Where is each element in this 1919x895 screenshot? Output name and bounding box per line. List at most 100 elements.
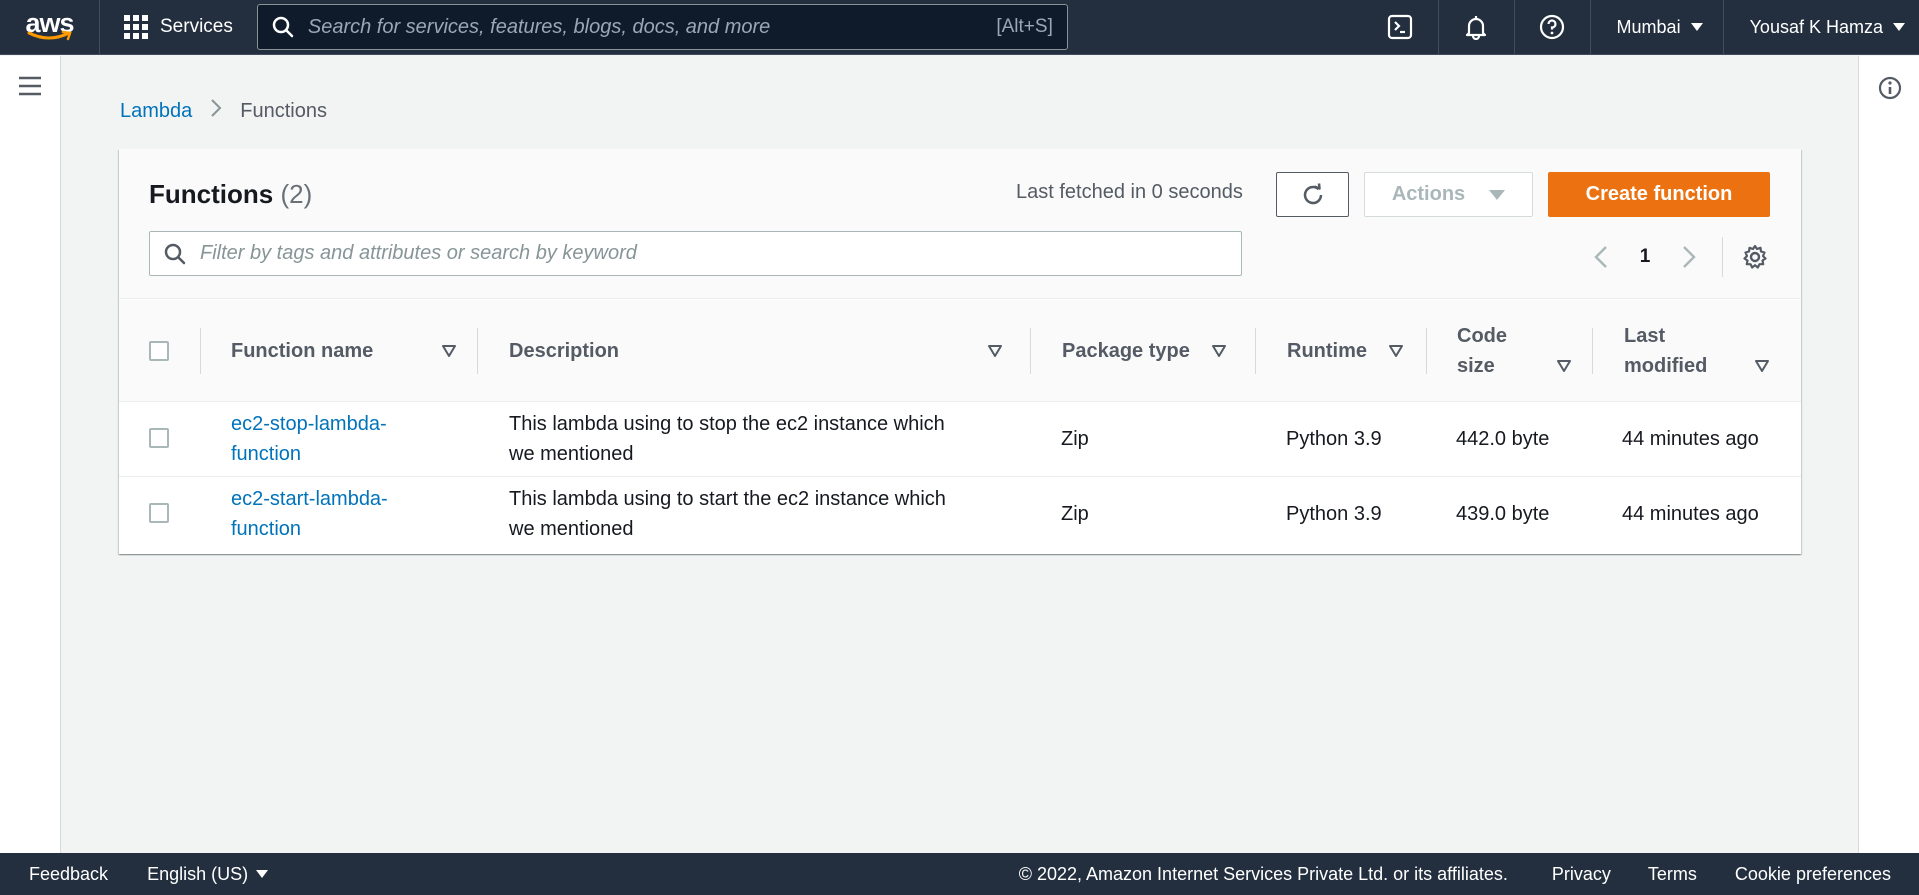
filter-search[interactable] <box>149 231 1242 276</box>
sort-icon <box>1557 360 1571 372</box>
table-preferences-button[interactable] <box>1737 239 1773 275</box>
create-function-button[interactable]: Create function <box>1548 172 1770 217</box>
hamburger-icon <box>19 76 41 96</box>
table-header: Function name Description Package type R… <box>119 300 1801 402</box>
last-modified-cell: 44 minutes ago <box>1622 428 1759 450</box>
language-label: English (US) <box>147 863 249 884</box>
cloudshell-button[interactable] <box>1363 0 1439 55</box>
description-line: This lambda using to start the ec2 insta… <box>509 488 946 510</box>
cookie-preferences-link[interactable]: Cookie preferences <box>1735 864 1891 885</box>
column-header-code-size[interactable]: Code size <box>1457 300 1587 402</box>
chevron-down-icon <box>1690 23 1703 31</box>
table-row[interactable]: ec2-stop-lambda- function This lambda us… <box>119 402 1801 477</box>
current-page[interactable]: 1 <box>1620 246 1670 268</box>
column-divider <box>1426 328 1427 374</box>
column-label: Description <box>509 340 620 362</box>
aws-smile-icon <box>27 30 72 41</box>
column-header-function-name[interactable]: Function name <box>231 300 456 402</box>
function-name-line: function <box>231 518 302 540</box>
panel-header: Functions (2) Last fetched in 0 seconds … <box>119 149 1801 299</box>
notifications-button[interactable] <box>1439 0 1515 55</box>
help-icon <box>1539 14 1565 40</box>
language-selector[interactable]: English (US) <box>147 863 269 885</box>
function-name-link[interactable]: ec2-stop-lambda- function <box>231 409 387 469</box>
privacy-link[interactable]: Privacy <box>1552 864 1611 885</box>
function-name-link[interactable]: ec2-start-lambda- function <box>231 484 388 544</box>
column-header-runtime[interactable]: Runtime <box>1287 300 1427 402</box>
global-search[interactable]: [Alt+S] <box>256 4 1068 50</box>
chevron-down-icon <box>1893 23 1905 31</box>
refresh-button[interactable] <box>1276 172 1349 217</box>
breadcrumb-functions: Functions <box>240 99 327 122</box>
services-menu[interactable]: Services <box>100 0 251 55</box>
last-fetched-status: Last fetched in 0 seconds <box>1016 181 1243 203</box>
aws-logo[interactable]: aws <box>0 0 100 55</box>
grid-icon <box>124 15 148 39</box>
breadcrumb: Lambda Functions <box>120 98 327 124</box>
row-checkbox[interactable] <box>149 503 169 523</box>
feedback-link[interactable]: Feedback <box>29 864 108 885</box>
column-label-line: size <box>1457 355 1495 377</box>
description-line: we mentioned <box>509 443 634 465</box>
account-name: Yousaf K Hamza <box>1749 16 1883 37</box>
terms-link[interactable]: Terms <box>1648 864 1697 885</box>
info-panel-toggle[interactable] <box>1878 76 1902 105</box>
column-header-last-modified[interactable]: Last modified <box>1624 300 1774 402</box>
panel-title-text: Functions <box>149 179 274 209</box>
description-line: we mentioned <box>509 518 634 540</box>
account-menu[interactable]: Yousaf K Hamza <box>1724 0 1919 55</box>
help-button[interactable] <box>1515 0 1591 55</box>
functions-table-panel: Functions (2) Last fetched in 0 seconds … <box>119 149 1801 554</box>
column-divider <box>200 328 201 374</box>
table-row[interactable]: ec2-start-lambda- function This lambda u… <box>119 477 1801 552</box>
sort-icon <box>1755 360 1769 372</box>
function-name-line: function <box>231 443 302 465</box>
column-label-line: Code <box>1457 325 1507 347</box>
runtime-cell: Python 3.9 <box>1286 428 1382 450</box>
copyright-text: © 2022, Amazon Internet Services Private… <box>1018 863 1508 884</box>
side-navigation-rail <box>0 56 61 853</box>
function-description: This lambda using to start the ec2 insta… <box>509 484 946 544</box>
actions-label: Actions <box>1391 183 1466 205</box>
column-label-line: modified <box>1624 355 1708 377</box>
select-all-checkbox[interactable] <box>149 341 169 361</box>
menu-toggle[interactable] <box>18 76 42 101</box>
services-label: Services <box>160 16 233 37</box>
previous-page-button[interactable] <box>1582 240 1620 274</box>
sort-icon <box>1212 345 1226 357</box>
search-shortcut: [Alt+S] <box>996 16 1053 37</box>
column-header-package-type[interactable]: Package type <box>1062 300 1242 402</box>
column-label: Function name <box>231 340 374 362</box>
package-type-cell: Zip <box>1061 503 1089 525</box>
top-navigation: aws Services [Alt+S] <box>0 0 1919 55</box>
chevron-down-icon <box>256 870 269 878</box>
function-name-line: ec2-stop-lambda- <box>231 413 387 435</box>
column-header-description[interactable]: Description <box>509 300 1009 402</box>
global-search-input[interactable] <box>307 15 997 39</box>
sort-icon <box>988 345 1002 357</box>
cloudshell-icon <box>1387 14 1413 40</box>
region-label: Mumbai <box>1616 16 1681 37</box>
gear-icon <box>1743 244 1767 269</box>
breadcrumb-lambda[interactable]: Lambda <box>120 100 192 123</box>
last-modified-cell: 44 minutes ago <box>1622 503 1759 525</box>
chevron-left-icon <box>1594 246 1607 268</box>
description-line: This lambda using to stop the ec2 instan… <box>509 413 945 435</box>
footer: Feedback English (US) © 2022, Amazon Int… <box>0 853 1919 895</box>
column-label: Code size <box>1457 321 1507 381</box>
filter-input[interactable] <box>200 242 1241 265</box>
chevron-down-icon <box>1489 189 1506 200</box>
code-size-cell: 439.0 byte <box>1456 503 1550 525</box>
next-page-button[interactable] <box>1670 240 1708 274</box>
row-checkbox[interactable] <box>149 428 169 448</box>
tools-panel-rail <box>1858 56 1919 853</box>
sort-icon <box>442 345 456 357</box>
pagination: 1 <box>1582 237 1773 277</box>
chevron-right-icon <box>211 99 222 117</box>
chevron-right-icon <box>1683 246 1696 268</box>
actions-dropdown[interactable]: Actions <box>1364 172 1533 217</box>
package-type-cell: Zip <box>1061 428 1089 450</box>
runtime-cell: Python 3.9 <box>1286 503 1382 525</box>
sort-icon <box>1389 345 1403 357</box>
region-selector[interactable]: Mumbai <box>1591 0 1724 55</box>
